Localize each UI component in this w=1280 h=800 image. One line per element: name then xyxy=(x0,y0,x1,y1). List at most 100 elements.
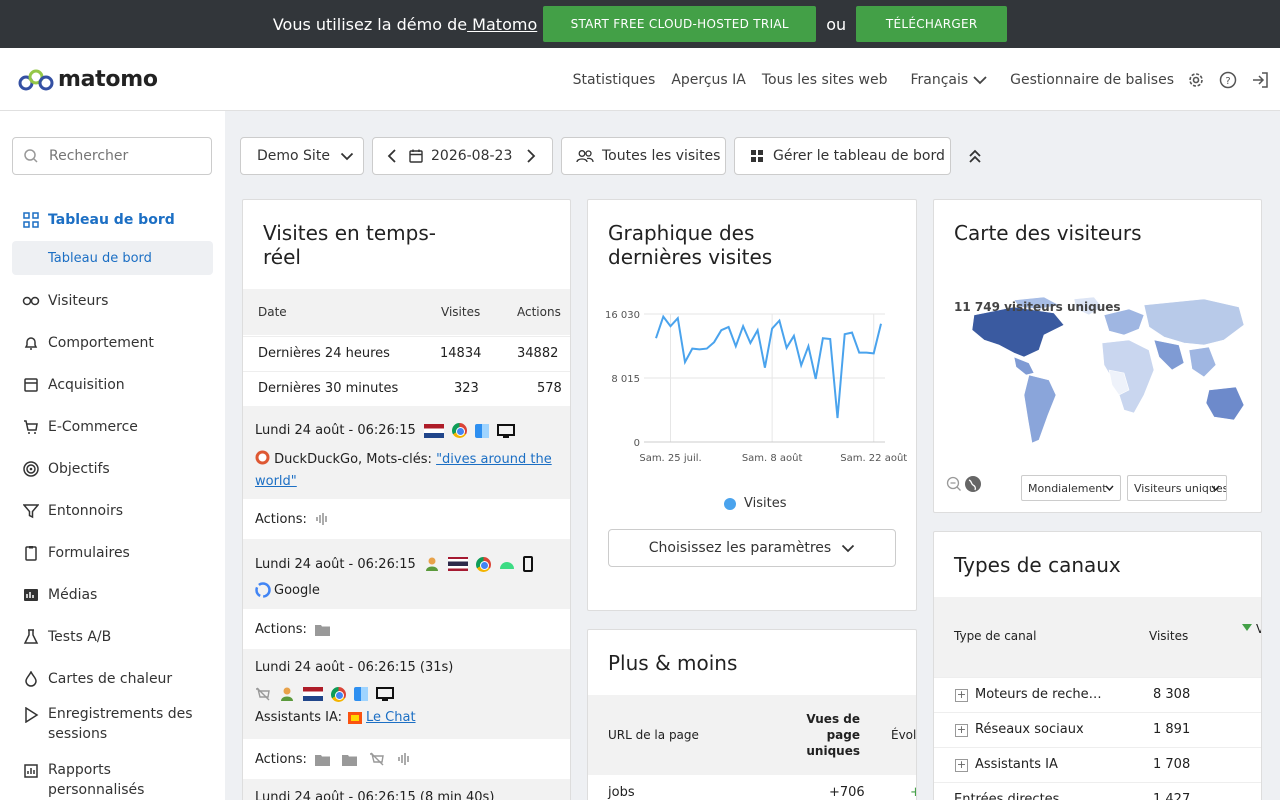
data-point[interactable] xyxy=(871,351,876,356)
row-value: 8 308 xyxy=(1153,687,1191,702)
chart-legend[interactable]: Visites xyxy=(724,496,786,511)
nav-tag-manager[interactable]: Gestionnaire de balises xyxy=(1010,72,1174,88)
expand-icon[interactable]: + xyxy=(955,689,968,702)
zoom-out-icon[interactable] xyxy=(946,476,962,492)
help-icon[interactable]: ? xyxy=(1218,70,1238,90)
language-selector[interactable]: Français xyxy=(910,72,988,88)
data-point[interactable] xyxy=(791,333,796,338)
sidebar-item-forms[interactable]: Formulaires xyxy=(0,532,225,574)
region-select[interactable]: Mondialement xyxy=(1021,475,1121,501)
data-point[interactable] xyxy=(879,321,884,326)
visit-entry[interactable]: Lundi 24 août - 06:26:15 (31s) Assistant… xyxy=(243,649,570,739)
sidebar-item-behaviour[interactable]: Comportement xyxy=(0,322,225,364)
audio-icon[interactable] xyxy=(397,752,411,766)
visit-entry[interactable]: Lundi 24 août - 06:26:15 DuckDuckGo, Mot… xyxy=(243,406,570,499)
table-row[interactable]: + Assistants IA 1 708 xyxy=(934,747,1261,782)
data-point[interactable] xyxy=(857,350,862,355)
data-point[interactable] xyxy=(726,325,731,330)
metric-select[interactable]: Visiteurs uniques xyxy=(1127,475,1227,501)
manage-dashboard-button[interactable]: Gérer le tableau de bord xyxy=(734,137,951,175)
visits-line-chart[interactable]: 16 030 8 015 0 Sam. 25 juil. Sam. 8 août Sam.… xyxy=(588,300,917,480)
sidebar-item-session-recordings[interactable]: Enregistrements des sessions xyxy=(0,700,225,756)
date-selector[interactable]: 2026-08-23 xyxy=(372,137,553,175)
graph-title: Graphique des dernières visites xyxy=(608,221,773,269)
sidebar-item-goals[interactable]: Objectifs xyxy=(0,448,225,490)
segment-selector[interactable]: Toutes les visites xyxy=(561,137,726,175)
data-point[interactable] xyxy=(864,350,869,355)
data-point[interactable] xyxy=(755,328,760,333)
site-selector[interactable]: Demo Site xyxy=(240,137,364,175)
download-button[interactable]: TÉLÉCHARGER xyxy=(856,6,1008,42)
data-point[interactable] xyxy=(733,344,738,349)
data-point[interactable] xyxy=(741,324,746,329)
data-point[interactable] xyxy=(712,340,717,345)
data-point[interactable] xyxy=(806,344,811,349)
data-point[interactable] xyxy=(770,326,775,331)
audio-icon[interactable] xyxy=(315,512,329,526)
chevron-right-icon[interactable] xyxy=(526,149,536,163)
sidebar-item-ecommerce[interactable]: E-Commerce xyxy=(0,406,225,448)
sidebar-item-dashboard[interactable]: Tableau de bord xyxy=(0,199,225,241)
folder-icon[interactable] xyxy=(341,753,357,766)
collapse-icon[interactable] xyxy=(967,147,983,165)
sidebar-item-media[interactable]: Médias xyxy=(0,574,225,616)
data-point[interactable] xyxy=(690,346,695,351)
search-input[interactable] xyxy=(49,148,199,164)
data-point[interactable] xyxy=(849,330,854,335)
le-chat-link[interactable]: Le Chat xyxy=(366,710,416,725)
folder-icon[interactable] xyxy=(314,623,330,636)
data-point[interactable] xyxy=(654,336,659,341)
data-point[interactable] xyxy=(835,416,840,421)
visit-entry[interactable]: Lundi 24 août - 06:26:15 (8 min 40s) xyxy=(243,779,570,800)
ecommerce-abandoned-icon[interactable] xyxy=(369,752,385,766)
data-point[interactable] xyxy=(668,324,673,329)
choose-parameters-button[interactable]: Choisissez les paramètres xyxy=(608,529,896,567)
data-point[interactable] xyxy=(784,345,789,350)
data-point[interactable] xyxy=(842,332,847,337)
nav-statistics[interactable]: Statistiques xyxy=(573,72,656,88)
sidebar-item-visitors[interactable]: Visiteurs xyxy=(0,280,225,322)
sidebar-subitem-dashboard[interactable]: Tableau de bord xyxy=(12,241,213,275)
visit-entry[interactable]: Lundi 24 août - 06:26:15 Google xyxy=(243,539,570,609)
data-point[interactable] xyxy=(777,318,782,323)
data-point[interactable] xyxy=(762,365,767,370)
data-point[interactable] xyxy=(719,328,724,333)
data-point[interactable] xyxy=(675,316,680,321)
nav-all-websites[interactable]: Tous les sites web xyxy=(762,72,888,88)
sort-desc-icon[interactable] xyxy=(1242,624,1252,631)
globe-icon[interactable] xyxy=(964,475,982,493)
data-point[interactable] xyxy=(828,336,833,341)
start-trial-button[interactable]: START FREE CLOUD-HOSTED TRIAL xyxy=(543,6,817,42)
target-icon xyxy=(22,460,40,478)
expand-icon[interactable]: + xyxy=(955,759,968,772)
expand-icon[interactable]: + xyxy=(955,724,968,737)
sidebar-item-acquisition[interactable]: Acquisition xyxy=(0,364,225,406)
series-line-visites[interactable] xyxy=(655,314,882,419)
matomo-link[interactable]: Matomo xyxy=(467,15,537,34)
sidebar-item-ab-tests[interactable]: Tests A/B xyxy=(0,616,225,658)
data-point[interactable] xyxy=(799,363,804,368)
matomo-logo[interactable]: matomo xyxy=(18,67,158,92)
sidebar-item-funnels[interactable]: Entonnoirs xyxy=(0,490,225,532)
world-map[interactable] xyxy=(944,295,1254,455)
data-point[interactable] xyxy=(748,340,753,345)
nav-ai-insights[interactable]: Aperçus IA xyxy=(671,72,746,88)
chevron-left-icon[interactable] xyxy=(387,149,397,163)
table-row[interactable]: + Réseaux sociaux 1 891 xyxy=(934,712,1261,747)
data-point[interactable] xyxy=(820,336,825,341)
data-point[interactable] xyxy=(697,347,702,352)
row-value: 1 708 xyxy=(1153,757,1191,772)
sidebar-item-custom-reports[interactable]: Rapports personnalisés xyxy=(0,756,225,800)
folder-icon[interactable] xyxy=(314,753,330,766)
data-point[interactable] xyxy=(704,346,709,351)
table-row[interactable]: jobs +706 + xyxy=(588,775,916,800)
gear-icon[interactable] xyxy=(1186,70,1206,90)
sidebar-item-heatmaps[interactable]: Cartes de chaleur xyxy=(0,658,225,700)
logout-icon[interactable] xyxy=(1250,70,1270,90)
data-point[interactable] xyxy=(661,314,666,319)
table-row[interactable]: + Moteurs de reche… 8 308 xyxy=(934,677,1261,712)
data-point[interactable] xyxy=(813,376,818,381)
search-box[interactable] xyxy=(12,137,212,175)
data-point[interactable] xyxy=(683,360,688,365)
table-row[interactable]: Entrées directes 1 427 xyxy=(934,782,1261,800)
